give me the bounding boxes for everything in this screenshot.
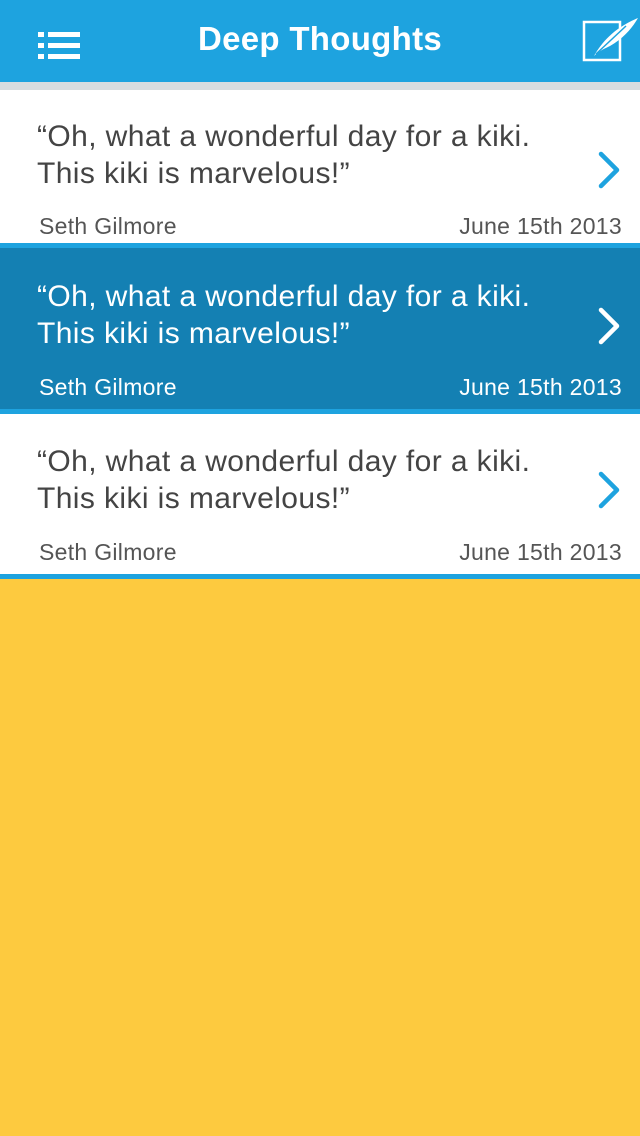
thought-author: Seth Gilmore <box>39 539 177 565</box>
thought-date: June 15th 2013 <box>459 213 622 239</box>
chevron-right-icon <box>598 307 620 345</box>
thought-quote: “Oh, what a wonderful day for a kiki. Th… <box>37 120 531 190</box>
thought-row-1[interactable]: “Oh, what a wonderful day for a kiki. Th… <box>0 90 640 251</box>
quill-compose-icon <box>582 18 638 62</box>
thought-row-2[interactable]: “Oh, what a wonderful day for a kiki. Th… <box>0 248 640 409</box>
chevron-right-icon <box>598 151 620 189</box>
navbar-divider <box>0 82 640 90</box>
thought-date: June 15th 2013 <box>459 539 622 565</box>
navigation-bar: Deep Thoughts <box>0 0 640 82</box>
thought-author: Seth Gilmore <box>39 213 177 239</box>
page-title: Deep Thoughts <box>197 20 443 57</box>
compose-button[interactable] <box>580 16 640 66</box>
chevron-right-icon <box>598 471 620 509</box>
thought-row-3[interactable]: “Oh, what a wonderful day for a kiki. Th… <box>0 414 640 575</box>
thought-date: June 15th 2013 <box>459 374 622 400</box>
thought-quote: “Oh, what a wonderful day for a kiki. Th… <box>37 280 531 350</box>
empty-list-area <box>0 579 640 1136</box>
thought-quote: “Oh, what a wonderful day for a kiki. Th… <box>37 445 531 515</box>
thought-author: Seth Gilmore <box>39 374 177 400</box>
